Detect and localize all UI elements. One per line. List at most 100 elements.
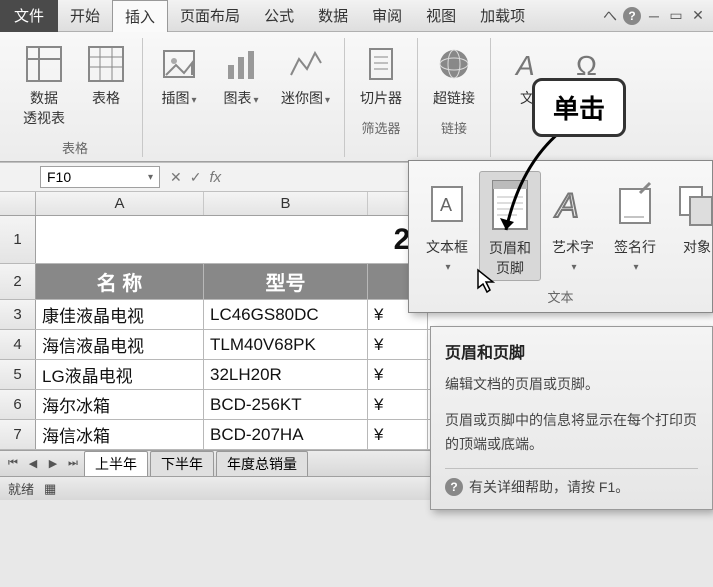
hyperlink-button[interactable]: 超链接 [426, 38, 482, 112]
tab-data[interactable]: 数据 [306, 0, 360, 32]
help-icon[interactable]: ? [623, 7, 641, 25]
dropdown-icon: ▾ [148, 172, 153, 183]
signature-label: 签名行 [614, 239, 656, 255]
header-name[interactable]: 名 称 [36, 264, 204, 299]
cell[interactable]: LC46GS80DC [204, 300, 368, 329]
cell[interactable]: TLM40V68PK [204, 330, 368, 359]
illustration-label: 插图 [161, 90, 189, 106]
cell[interactable]: 32LH20R [204, 360, 368, 389]
prev-sheet-icon[interactable]: ◀ [24, 455, 42, 473]
signature-button[interactable]: 签名行▾ [605, 171, 665, 281]
sparkline-button[interactable]: 迷你图▾ [275, 38, 336, 112]
tab-view[interactable]: 视图 [414, 0, 468, 32]
cell-title[interactable]: 20 [36, 216, 428, 263]
column-header-b[interactable]: B [204, 192, 368, 215]
cancel-formula-icon[interactable]: ✕ [170, 169, 182, 186]
cell[interactable]: ¥ [368, 420, 428, 449]
close-icon[interactable]: ✕ [689, 7, 707, 25]
cell[interactable]: BCD-256KT [204, 390, 368, 419]
tab-page-layout[interactable]: 页面布局 [168, 0, 252, 32]
help-icon: ? [445, 478, 463, 496]
cell[interactable]: ¥ [368, 330, 428, 359]
pivot-table-button[interactable]: 数据 透视表 [16, 38, 72, 132]
table-label: 表格 [92, 88, 120, 108]
last-sheet-icon[interactable]: ⏭ [64, 455, 82, 473]
cell[interactable]: ¥ [368, 390, 428, 419]
macro-icon[interactable]: ▦ [44, 481, 56, 497]
header-model[interactable]: 型号 [204, 264, 368, 299]
sheet-tab[interactable]: 年度总销量 [216, 451, 308, 476]
cell[interactable]: 海信液晶电视 [36, 330, 204, 359]
group-filter-label: 筛选器 [362, 118, 401, 137]
row-header[interactable]: 3 [0, 300, 36, 329]
textbox-icon: A [421, 173, 473, 235]
slicer-icon [359, 42, 403, 86]
chart-label: 图表 [223, 90, 251, 106]
object-icon [671, 173, 713, 235]
dropdown-icon: ▾ [571, 262, 576, 273]
fx-icon[interactable]: fx [209, 169, 221, 186]
table-button[interactable]: 表格 [78, 38, 134, 132]
cell[interactable]: BCD-207HA [204, 420, 368, 449]
tab-insert[interactable]: 插入 [112, 0, 168, 32]
svg-text:A: A [440, 195, 452, 215]
chart-icon [219, 42, 263, 86]
tab-review[interactable]: 审阅 [360, 0, 414, 32]
restore-icon[interactable]: ▭ [667, 7, 685, 25]
object-label: 对象 [683, 237, 711, 257]
row-header[interactable]: 7 [0, 420, 36, 449]
svg-text:Ω: Ω [576, 50, 597, 81]
dropdown-icon: ▾ [325, 95, 330, 106]
mouse-cursor-icon [476, 268, 496, 294]
next-sheet-icon[interactable]: ▶ [44, 455, 62, 473]
status-text: 就绪 [8, 479, 34, 498]
select-all-corner[interactable] [0, 192, 36, 215]
cell[interactable]: LG液晶电视 [36, 360, 204, 389]
tooltip-body-1: 编辑文档的页眉或页脚。 [445, 373, 698, 397]
minimize-icon[interactable]: ─ [645, 7, 663, 25]
sheet-tab[interactable]: 下半年 [150, 451, 214, 476]
dropdown-icon: ▾ [191, 95, 196, 106]
picture-icon [157, 42, 201, 86]
signature-icon [609, 173, 661, 235]
group-link-label: 链接 [441, 118, 467, 137]
table-icon [84, 42, 128, 86]
sheet-tab[interactable]: 上半年 [84, 451, 148, 476]
tooltip-help-text: 有关详细帮助，请按 F1。 [469, 477, 629, 497]
file-tab[interactable]: 文件 [0, 0, 58, 32]
row-header[interactable]: 5 [0, 360, 36, 389]
annotation-arrow-icon [500, 126, 580, 246]
pivot-table-label: 数据 透视表 [23, 88, 65, 128]
tooltip-body-2: 页眉或页脚中的信息将显示在每个打印页的顶端或底端。 [445, 409, 698, 457]
sparkline-icon [284, 42, 328, 86]
annotation-callout: 单击 [532, 78, 626, 137]
row-header[interactable]: 4 [0, 330, 36, 359]
tab-addins[interactable]: 加载项 [468, 0, 537, 32]
hyperlink-label: 超链接 [433, 88, 475, 108]
dropdown-icon: ▾ [253, 95, 258, 106]
column-header-a[interactable]: A [36, 192, 204, 215]
illustration-button[interactable]: 插图▾ [151, 38, 207, 112]
object-button[interactable]: 对象 [667, 171, 713, 281]
slicer-label: 切片器 [360, 88, 402, 108]
textbox-button[interactable]: A 文本框▾ [417, 171, 477, 281]
group-text-label: 文本 [417, 287, 704, 306]
collapse-ribbon-icon[interactable]: へ [601, 7, 619, 25]
row-header[interactable]: 1 [0, 216, 36, 263]
tooltip-header-footer: 页眉和页脚 编辑文档的页眉或页脚。 页眉或页脚中的信息将显示在每个打印页的顶端或… [430, 326, 713, 510]
group-tables-label: 表格 [62, 138, 88, 157]
cell[interactable]: ¥ [368, 360, 428, 389]
first-sheet-icon[interactable]: ⏮ [4, 455, 22, 473]
accept-formula-icon[interactable]: ✓ [190, 169, 202, 186]
cell[interactable]: 海尔冰箱 [36, 390, 204, 419]
tab-formulas[interactable]: 公式 [252, 0, 306, 32]
row-header[interactable]: 6 [0, 390, 36, 419]
slicer-button[interactable]: 切片器 [353, 38, 409, 112]
chart-button[interactable]: 图表▾ [213, 38, 269, 112]
cell[interactable]: 康佳液晶电视 [36, 300, 204, 329]
name-box[interactable]: F10▾ [40, 166, 160, 188]
globe-icon [432, 42, 476, 86]
row-header[interactable]: 2 [0, 264, 36, 299]
tab-home[interactable]: 开始 [58, 0, 112, 32]
cell[interactable]: 海信冰箱 [36, 420, 204, 449]
